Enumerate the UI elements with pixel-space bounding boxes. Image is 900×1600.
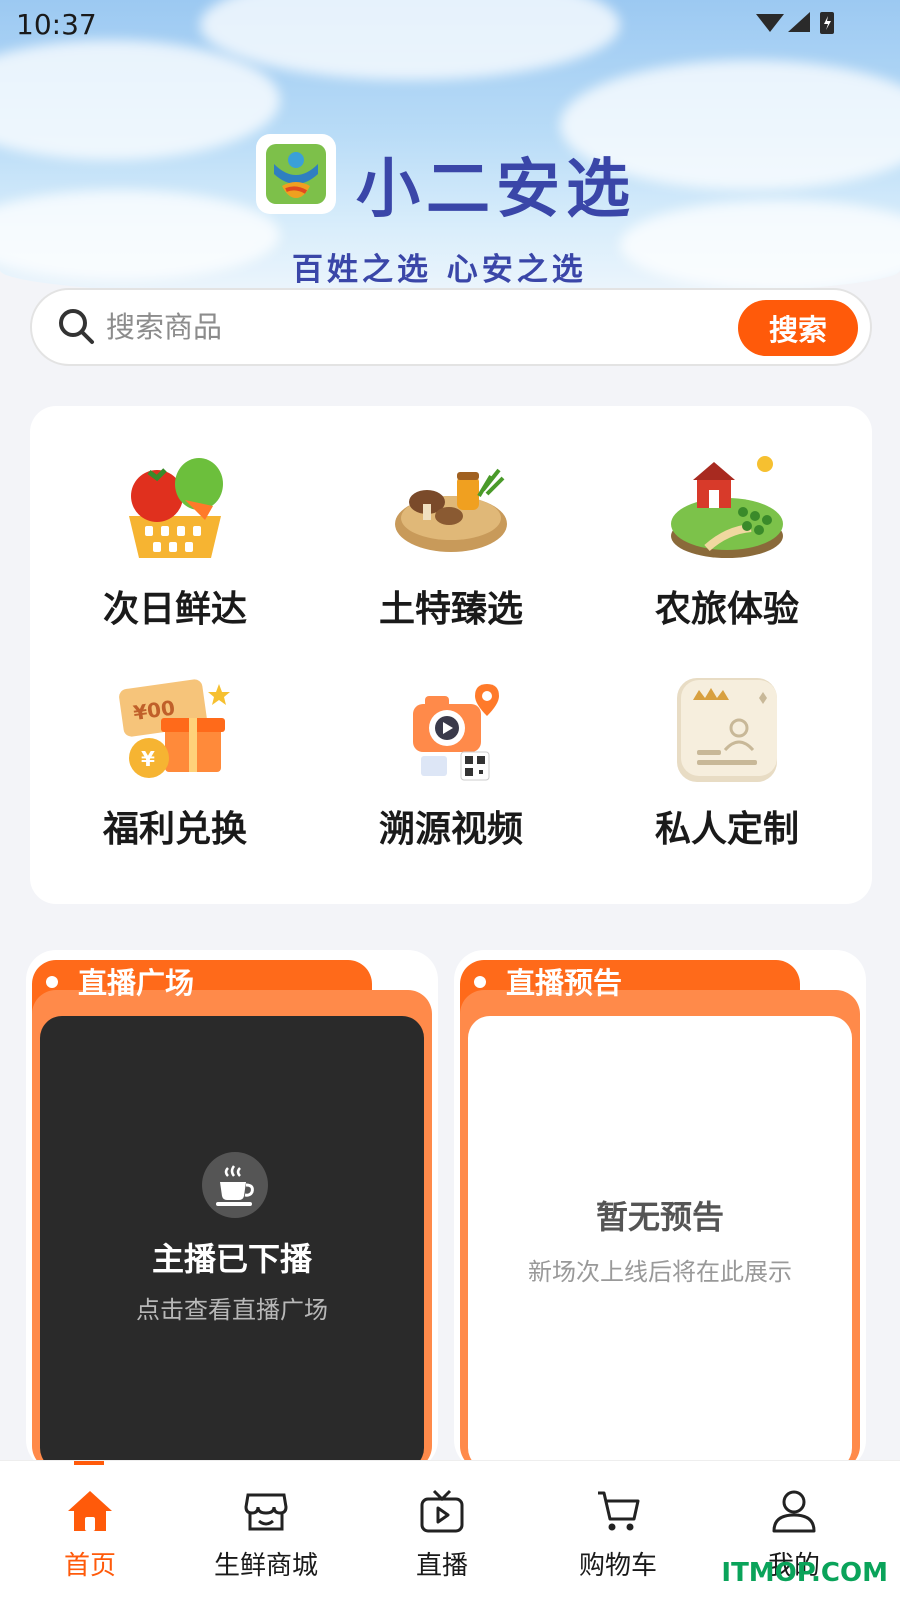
tv-play-icon bbox=[420, 1489, 464, 1533]
wifi-icon bbox=[756, 14, 784, 32]
tab-home[interactable]: 首页 bbox=[0, 1487, 180, 1597]
home-icon bbox=[68, 1491, 112, 1531]
live-square-panel[interactable]: 直播广场 主播已下播 点击查看直播广场 bbox=[26, 950, 438, 1470]
cart-icon bbox=[598, 1491, 640, 1531]
vegetable-basket-icon bbox=[129, 458, 223, 558]
signal-icon bbox=[788, 12, 810, 32]
home-page: 10:37 小二安选 百姓之选 心安之选 搜索商品 搜索 次日鲜达 土特臻选 农… bbox=[0, 0, 900, 1600]
tab-label: 购物车 bbox=[578, 1551, 657, 1581]
active-tab-indicator bbox=[74, 1461, 104, 1465]
custom-card-icon bbox=[677, 678, 777, 782]
category-agri-tourism[interactable]: 农旅体验 bbox=[612, 450, 842, 650]
camera-qrcode-icon bbox=[413, 684, 499, 781]
bullet-dot bbox=[474, 976, 486, 988]
tab-live[interactable]: 直播 bbox=[352, 1487, 532, 1597]
live-preview-title: 直播预告 bbox=[506, 966, 623, 1000]
category-traceability-video[interactable]: 溯源视频 bbox=[336, 670, 566, 870]
live-preview-content: 暂无预告 新场次上线后将在此展示 bbox=[468, 1016, 852, 1470]
category-next-day-fresh[interactable]: 次日鲜达 bbox=[60, 450, 290, 650]
bullet-dot bbox=[46, 976, 58, 988]
mushroom-basket-icon bbox=[395, 468, 507, 552]
user-icon bbox=[772, 1490, 816, 1533]
tab-label: 首页 bbox=[63, 1551, 116, 1581]
watermark: ITMOP.COM bbox=[721, 1558, 888, 1588]
category-label: 次日鲜达 bbox=[102, 589, 247, 630]
category-label: 私人定制 bbox=[654, 809, 799, 850]
app-logo bbox=[256, 134, 336, 214]
category-label: 农旅体验 bbox=[654, 589, 799, 630]
category-welfare-exchange[interactable]: ¥00 ¥ 福利兑换 bbox=[60, 670, 290, 870]
category-label: 福利兑换 bbox=[102, 809, 247, 850]
coffee-cup-icon bbox=[202, 1152, 268, 1218]
category-local-specialty[interactable]: 土特臻选 bbox=[336, 450, 566, 650]
no-preview-subtitle: 新场次上线后将在此展示 bbox=[528, 1258, 792, 1286]
tab-cart[interactable]: 购物车 bbox=[528, 1487, 708, 1597]
svg-text:¥: ¥ bbox=[141, 747, 155, 771]
tab-fresh-mall[interactable]: 生鲜商城 bbox=[176, 1487, 356, 1597]
no-preview-title: 暂无预告 bbox=[595, 1198, 724, 1236]
category-grid: 次日鲜达 土特臻选 农旅体验 ¥00 ¥ 福利兑换 溯源视频 私人定制 bbox=[30, 406, 872, 904]
search-input[interactable] bbox=[106, 302, 666, 352]
search-bar[interactable]: 搜索 bbox=[30, 288, 872, 366]
farm-island-icon bbox=[671, 456, 783, 558]
live-square-title: 直播广场 bbox=[78, 966, 195, 1000]
category-label: 溯源视频 bbox=[378, 809, 523, 850]
live-preview-panel[interactable]: 直播预告 暂无预告 新场次上线后将在此展示 bbox=[454, 950, 866, 1470]
app-title: 小二安选 bbox=[356, 153, 636, 227]
status-icons bbox=[756, 12, 834, 34]
anchor-offline-title: 主播已下播 bbox=[151, 1240, 312, 1278]
category-private-custom[interactable]: 私人定制 bbox=[612, 670, 842, 870]
app-slogan: 百姓之选 心安之选 bbox=[292, 252, 587, 288]
coupon-gift-icon: ¥00 ¥ bbox=[119, 679, 230, 778]
search-button[interactable]: 搜索 bbox=[738, 300, 858, 356]
tab-label: 直播 bbox=[415, 1551, 468, 1581]
live-square-content[interactable]: 主播已下播 点击查看直播广场 bbox=[40, 1016, 424, 1470]
store-icon bbox=[244, 1493, 288, 1531]
status-time: 10:37 bbox=[16, 8, 97, 41]
search-icon bbox=[59, 309, 94, 344]
tab-label: 生鲜商城 bbox=[213, 1551, 318, 1581]
category-label: 土特臻选 bbox=[378, 589, 523, 630]
anchor-offline-subtitle: 点击查看直播广场 bbox=[136, 1296, 328, 1324]
xiaoer-logo-icon bbox=[266, 144, 326, 204]
